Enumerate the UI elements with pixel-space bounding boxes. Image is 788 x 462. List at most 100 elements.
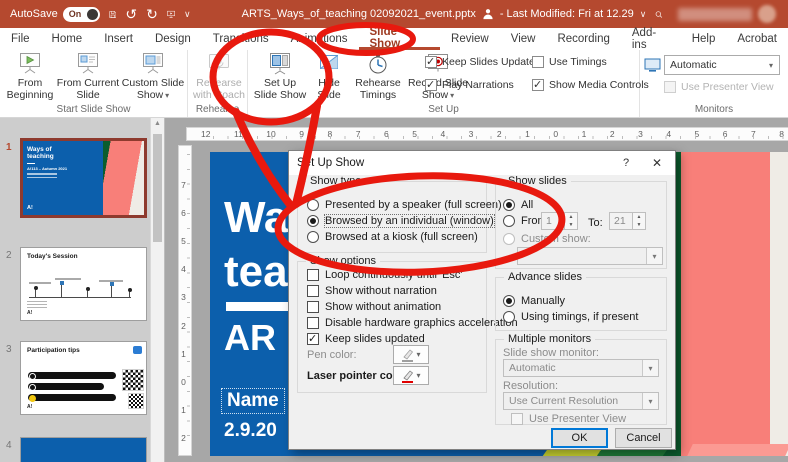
radio-icon [503,199,515,211]
slide-title-line-2[interactable]: tea [224,247,288,297]
slide-title-dash [226,302,290,311]
tab-view[interactable]: View [500,28,547,50]
qr-code-small [129,394,143,408]
name-placeholder[interactable]: Name [221,388,285,414]
custom-slide-show-button[interactable]: Custom Slide Show [120,50,186,101]
chevron-down-icon: ▾ [642,360,658,376]
checkbox-icon [307,317,319,329]
tab-insert[interactable]: Insert [93,28,144,50]
aalto-logo: A! [27,310,32,316]
checkbox-icon [511,413,523,425]
slide-thumbnail-3[interactable]: Participation tips A! [20,341,147,415]
search-icon[interactable] [655,7,663,22]
spinner-buttons[interactable]: ▲▼ [565,212,578,230]
radio-all-slides[interactable]: All [503,199,533,211]
use-timings-checkbox[interactable]: Use Timings [532,56,607,68]
radio-custom-show-label: Custom show: [521,233,591,245]
from-beginning-button[interactable]: From Beginning [4,50,56,101]
checkbox-icon [425,79,437,91]
to-slide-spinner[interactable]: 21 ▲▼ [609,212,646,230]
radio-icon [503,311,515,323]
cancel-button[interactable]: Cancel [615,428,672,448]
tab-review[interactable]: Review [440,28,500,50]
monitor-select[interactable]: Automatic ▾ [664,55,780,75]
autosave-control: AutoSave On [10,7,100,22]
slide-thumbnail-4[interactable]: Aalto polices and guidelines for the aut… [20,437,147,462]
thumb1-text-lines [27,173,99,178]
radio-using-timings[interactable]: Using timings, if present [503,311,638,323]
aalto-logo: A! [27,205,33,211]
checkbox-icon [307,269,319,281]
slide-thumbnail-1[interactable]: Ways of teaching A!113 – Autumn 2021 A! [20,138,147,218]
slide-number: 3 [6,344,12,355]
from-current-slide-button[interactable]: From Current Slide [56,50,120,101]
checkbox-keep-slides-updated[interactable]: Keep slides updated [307,333,425,345]
radio-browsed-by-individual[interactable]: Browsed by an individual (window) [307,215,494,227]
checkbox-show-without-animation[interactable]: Show without animation [307,301,441,313]
resolution-label: Resolution: [503,380,558,392]
save-icon[interactable] [109,7,117,22]
spinner-buttons[interactable]: ▲▼ [633,212,646,230]
slide-title-line-3[interactable]: AR [224,317,276,359]
checkbox-loop-continuously[interactable]: Loop continuously until 'Esc' [307,269,463,281]
tab-recording[interactable]: Recording [546,28,620,50]
play-narrations-checkbox[interactable]: Play Narrations [425,79,514,91]
tab-slide-show[interactable]: Slide Show [359,28,441,50]
monitor-select-value: Automatic [670,59,717,71]
title-dropdown-icon[interactable]: ∨ [640,10,647,19]
set-up-slide-show-button[interactable]: Set Up Slide Show [252,50,308,101]
tab-design[interactable]: Design [144,28,202,50]
from-beginning-label: From Beginning [4,77,56,101]
dialog-close-button[interactable]: ✕ [643,151,671,175]
show-media-controls-checkbox[interactable]: Show Media Controls [532,79,649,91]
scroll-up-arrow-icon[interactable]: ▲ [151,120,164,127]
dialog-help-button[interactable]: ? [613,151,639,175]
show-slides-group-label: Show slides [504,175,571,187]
tab-animations[interactable]: Animations [280,28,359,50]
start-slideshow-icon[interactable] [167,7,175,22]
date-text[interactable]: 2.9.20 [224,420,277,442]
scrollbar-thumb[interactable] [153,134,162,242]
show-type-group-label: Show type [306,175,365,187]
account-avatar[interactable] [758,5,776,23]
keep-slides-updated-checkbox[interactable]: Keep Slides Updated [425,56,541,68]
hide-slide-button[interactable]: Hide Slide [308,50,350,101]
radio-browsed-at-kiosk[interactable]: Browsed at a kiosk (full screen) [307,231,478,243]
thumbnail-scrollbar[interactable]: ▲ [150,118,165,462]
checkbox-keep-updated-label: Keep slides updated [325,333,425,345]
toolbar-more-icon[interactable]: ∨ [184,10,191,19]
laser-pointer-color-button[interactable]: ▾ [393,366,429,385]
checkbox-icon [307,333,319,345]
tab-acrobat[interactable]: Acrobat [726,28,788,50]
tab-file[interactable]: File [0,28,41,50]
checkbox-disable-hardware-acceleration[interactable]: Disable hardware graphics acceleration [307,317,518,329]
tab-home[interactable]: Home [41,28,94,50]
tab-help[interactable]: Help [681,28,727,50]
chevron-down-icon: ▾ [763,61,779,70]
tab-transitions[interactable]: Transitions [202,28,280,50]
radio-icon [503,295,515,307]
rehearse-timings-button[interactable]: Rehearse Timings [350,50,406,101]
rehearse-with-coach-button: Rehearse with Coach [192,50,246,101]
dialog-title: Set Up Show [297,157,364,169]
qr-code [123,370,143,390]
checkbox-icon [532,56,544,68]
account-area[interactable] [678,5,776,23]
slide-thumbnail-2[interactable]: Today's Session A! [20,247,147,321]
autosave-toggle[interactable]: On [63,7,100,22]
redo-icon[interactable]: ↻ [146,7,158,21]
radio-manually[interactable]: Manually [503,295,565,307]
custom-slide-show-icon [140,52,166,75]
undo-icon[interactable]: ↺ [125,7,137,21]
document-filename[interactable]: ARTS_Ways_of_teaching 02092021_event.ppt… [242,8,476,20]
checkbox-show-without-narration[interactable]: Show without narration [307,285,437,297]
slide-show-monitor-label: Slide show monitor: [503,347,599,359]
radio-browsed-at-kiosk-label: Browsed at a kiosk (full screen) [325,231,478,243]
from-slide-spinner[interactable]: 1 ▲▼ [541,212,578,230]
from-current-slide-label: From Current Slide [56,77,120,101]
ok-button[interactable]: OK [551,428,608,448]
slide-title-line-1[interactable]: Wa [224,193,288,243]
to-label: To: [588,217,603,229]
radio-presented-by-speaker[interactable]: Presented by a speaker (full screen) [307,199,502,211]
tab-add-ins[interactable]: Add-ins [621,28,681,50]
